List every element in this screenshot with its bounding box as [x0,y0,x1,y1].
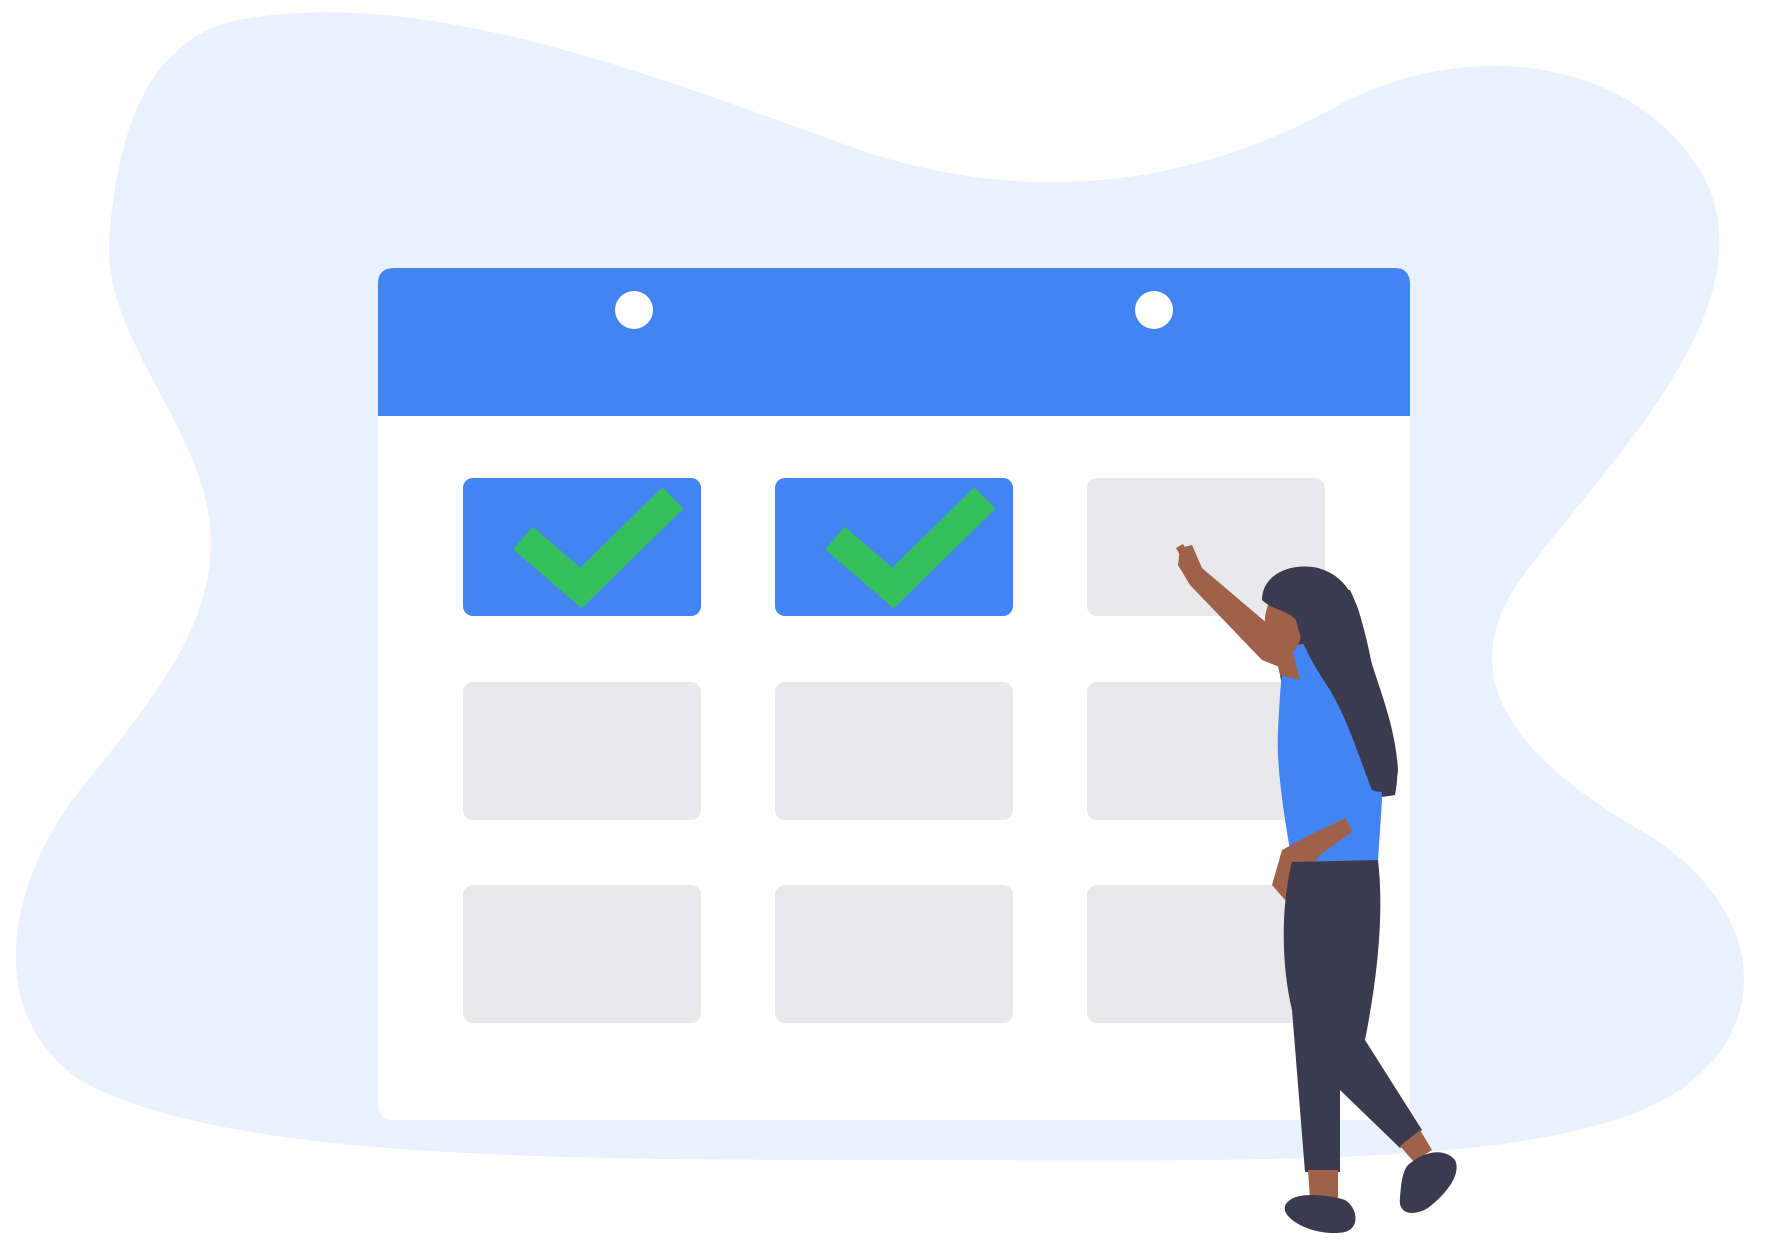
calendar-illustration [15,12,1745,1234]
calendar-cell-empty [463,885,701,1023]
illustration [0,0,1773,1248]
calendar-cell-empty [463,682,701,820]
calendar-cell-empty [775,682,1013,820]
calendar-header [378,268,1410,416]
calendar-cell-empty [775,885,1013,1023]
binding-hole-left [615,291,653,329]
binding-hole-right [1135,291,1173,329]
